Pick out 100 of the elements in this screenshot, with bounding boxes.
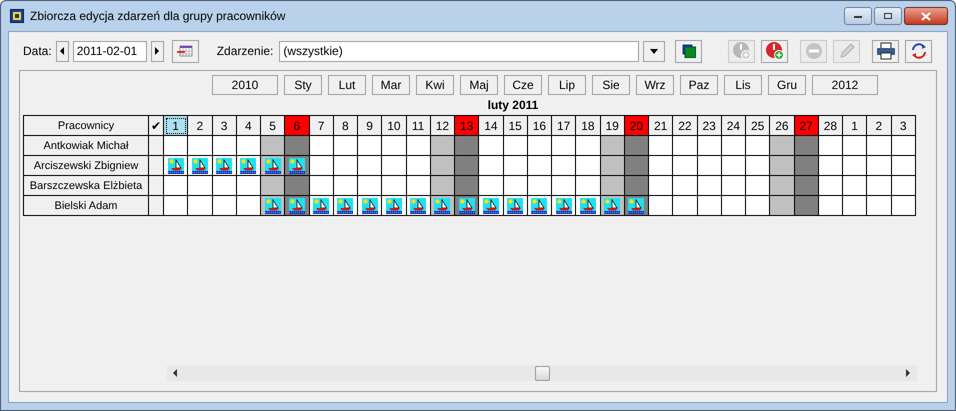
day-header[interactable]: 20 xyxy=(624,116,648,136)
calendar-cell[interactable] xyxy=(842,156,867,176)
day-header[interactable]: 13 xyxy=(454,116,479,136)
calendar-cell[interactable] xyxy=(672,176,697,196)
calendar-cell[interactable] xyxy=(818,176,842,196)
day-header[interactable]: 25 xyxy=(746,116,770,136)
calendar-cell[interactable] xyxy=(236,196,260,216)
calendar-cell[interactable] xyxy=(284,176,309,196)
calendar-cell[interactable] xyxy=(358,196,382,216)
calendar-cell[interactable] xyxy=(818,196,842,216)
day-header[interactable]: 23 xyxy=(697,116,722,136)
event-combobox[interactable]: (wszystkie) xyxy=(279,40,640,62)
calendar-cell[interactable] xyxy=(866,176,891,196)
date-field[interactable]: 2011-02-01 xyxy=(72,40,147,62)
calendar-cell[interactable] xyxy=(333,176,358,196)
month-button[interactable]: Kwi xyxy=(416,75,454,95)
color-button[interactable] xyxy=(675,40,702,62)
calendar-cell[interactable] xyxy=(382,196,406,216)
calendar-cell[interactable] xyxy=(697,156,722,176)
calendar-cell[interactable] xyxy=(406,156,430,176)
dropdown-button[interactable] xyxy=(643,40,666,62)
calendar-cell[interactable] xyxy=(552,156,576,176)
calendar-cell[interactable] xyxy=(503,176,528,196)
month-button[interactable]: Wrz xyxy=(636,75,674,95)
calendar-cell[interactable] xyxy=(212,136,236,156)
calendar-cell[interactable] xyxy=(284,156,309,176)
calendar-cell[interactable] xyxy=(309,156,334,176)
calendar-cell[interactable] xyxy=(891,136,916,156)
month-button[interactable]: 2012 xyxy=(812,75,878,95)
calendar-cell[interactable] xyxy=(721,136,746,156)
month-button[interactable]: Mar xyxy=(372,75,410,95)
calendar-cell[interactable] xyxy=(576,156,600,176)
calendar-cell[interactable] xyxy=(721,176,746,196)
calendar-cell[interactable] xyxy=(454,176,479,196)
calendar-cell[interactable] xyxy=(382,136,406,156)
day-header[interactable]: 10 xyxy=(382,116,406,136)
calendar-cell[interactable] xyxy=(891,156,916,176)
calendar-cell[interactable] xyxy=(454,136,479,156)
calendar-cell[interactable] xyxy=(309,196,334,216)
calendar-cell[interactable] xyxy=(333,156,358,176)
calendar-cell[interactable] xyxy=(527,136,552,156)
day-header[interactable]: 9 xyxy=(358,116,382,136)
calendar-cell[interactable] xyxy=(842,176,867,196)
calendar-button[interactable] xyxy=(172,40,199,62)
calendar-cell[interactable] xyxy=(188,156,212,176)
calendar-cell[interactable] xyxy=(212,196,236,216)
calendar-cell[interactable] xyxy=(260,156,285,176)
day-header[interactable]: 14 xyxy=(478,116,503,136)
refresh-button[interactable] xyxy=(905,40,932,62)
month-button[interactable]: Gru xyxy=(768,75,806,95)
day-header[interactable]: 22 xyxy=(672,116,697,136)
minimize-button[interactable] xyxy=(844,7,872,25)
calendar-cell[interactable] xyxy=(358,136,382,156)
calendar-cell[interactable] xyxy=(891,176,916,196)
calendar-cell[interactable] xyxy=(164,176,188,196)
calendar-cell[interactable] xyxy=(624,156,648,176)
month-button[interactable]: Cze xyxy=(504,75,542,95)
calendar-cell[interactable] xyxy=(503,136,528,156)
calendar-cell[interactable] xyxy=(721,196,746,216)
calendar-cell[interactable] xyxy=(503,156,528,176)
horizontal-scrollbar[interactable] xyxy=(167,365,917,381)
calendar-cell[interactable] xyxy=(746,136,770,156)
calendar-cell[interactable] xyxy=(260,176,285,196)
day-header[interactable]: 5 xyxy=(260,116,285,136)
calendar-cell[interactable] xyxy=(430,156,454,176)
calendar-cell[interactable] xyxy=(164,196,188,216)
calendar-cell[interactable] xyxy=(576,136,600,156)
calendar-cell[interactable] xyxy=(697,176,722,196)
calendar-cell[interactable] xyxy=(309,176,334,196)
calendar-cell[interactable] xyxy=(770,136,794,156)
calendar-cell[interactable] xyxy=(382,176,406,196)
calendar-cell[interactable] xyxy=(454,196,479,216)
calendar-cell[interactable] xyxy=(382,156,406,176)
calendar-cell[interactable] xyxy=(552,196,576,216)
calendar-cell[interactable] xyxy=(527,196,552,216)
day-header[interactable]: 11 xyxy=(406,116,430,136)
day-header[interactable]: 2 xyxy=(188,116,212,136)
calendar-cell[interactable] xyxy=(842,136,867,156)
day-header[interactable]: 12 xyxy=(430,116,454,136)
calendar-cell[interactable] xyxy=(188,196,212,216)
day-header[interactable]: 27 xyxy=(794,116,818,136)
calendar-cell[interactable] xyxy=(624,176,648,196)
day-header[interactable]: 26 xyxy=(770,116,794,136)
print-button[interactable] xyxy=(872,40,900,62)
calendar-cell[interactable] xyxy=(746,196,770,216)
calendar-cell[interactable] xyxy=(794,176,818,196)
day-header[interactable]: 1 xyxy=(842,116,867,136)
calendar-cell[interactable] xyxy=(672,196,697,216)
day-header[interactable]: 28 xyxy=(818,116,842,136)
calendar-cell[interactable] xyxy=(624,196,648,216)
calendar-cell[interactable] xyxy=(260,196,285,216)
calendar-cell[interactable] xyxy=(478,176,503,196)
previous-date-button[interactable] xyxy=(56,40,69,62)
maximize-button[interactable] xyxy=(874,7,902,25)
calendar-cell[interactable] xyxy=(503,196,528,216)
calendar-cell[interactable] xyxy=(576,176,600,196)
scrollbar-thumb[interactable] xyxy=(534,366,550,380)
day-header[interactable]: 16 xyxy=(527,116,552,136)
day-header[interactable]: 17 xyxy=(552,116,576,136)
day-header[interactable]: 2 xyxy=(866,116,891,136)
